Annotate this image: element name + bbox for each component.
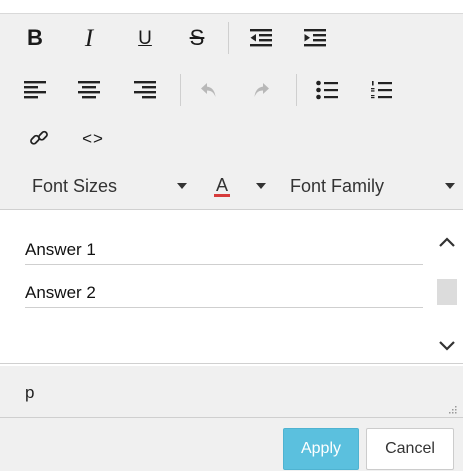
- underline-label: U: [138, 27, 152, 49]
- indent-icon: [304, 28, 326, 48]
- redo-button[interactable]: [244, 70, 278, 110]
- align-center-icon: [78, 80, 100, 100]
- numbered-list-button[interactable]: [364, 70, 398, 110]
- undo-icon: [200, 81, 218, 99]
- toolbar-row-formatting: B I U S: [0, 18, 463, 58]
- link-button[interactable]: [22, 118, 56, 158]
- strikethrough-button[interactable]: S: [180, 18, 214, 58]
- redo-icon: [252, 81, 270, 99]
- toolbar-row-insert: <>: [0, 118, 463, 158]
- font-sizes-label: Font Sizes: [32, 175, 118, 196]
- strikethrough-label: S: [189, 25, 205, 50]
- toolbar-separator: [180, 74, 181, 106]
- vertical-scrollbar[interactable]: [435, 231, 459, 357]
- dialog-footer: Apply Cancel: [0, 418, 463, 471]
- bulleted-list-icon: [316, 80, 338, 100]
- font-color-picker[interactable]: A: [212, 166, 272, 206]
- editor-toolbar: B I U S <> Font Sizes A Font Family: [0, 13, 463, 210]
- toolbar-row-alignment: [0, 70, 463, 110]
- resize-grip-icon[interactable]: [447, 401, 457, 414]
- outdent-icon: [250, 28, 272, 48]
- source-code-button[interactable]: <>: [76, 118, 110, 158]
- align-right-button[interactable]: [128, 70, 162, 110]
- link-icon: [29, 128, 49, 148]
- font-family-label: Font Family: [290, 175, 385, 196]
- cancel-button[interactable]: Cancel: [366, 428, 454, 470]
- toolbar-row-fonts: Font Sizes A Font Family: [0, 166, 463, 206]
- element-path[interactable]: p: [25, 383, 34, 403]
- align-left-button[interactable]: [18, 70, 52, 110]
- toolbar-separator: [228, 22, 229, 54]
- bold-label: B: [27, 25, 43, 50]
- source-code-label: <>: [82, 128, 104, 148]
- align-right-icon: [134, 80, 156, 100]
- answer-item[interactable]: Answer 2: [25, 283, 423, 308]
- underline-button[interactable]: U: [128, 18, 162, 58]
- numbered-list-icon: [370, 80, 392, 100]
- scrollbar-thumb[interactable]: [437, 279, 457, 305]
- undo-button[interactable]: [192, 70, 226, 110]
- chevron-down-icon: [445, 183, 455, 189]
- chevron-down-icon: [177, 183, 187, 189]
- chevron-up-icon[interactable]: [438, 235, 456, 253]
- outdent-button[interactable]: [244, 18, 278, 58]
- answer-item[interactable]: Answer 1: [25, 240, 423, 265]
- editor-content-area[interactable]: Answer 1 Answer 2: [0, 209, 463, 364]
- toolbar-separator: [296, 74, 297, 106]
- italic-label: I: [84, 24, 94, 52]
- font-sizes-dropdown[interactable]: Font Sizes: [32, 166, 192, 206]
- italic-button[interactable]: I: [72, 18, 106, 58]
- indent-button[interactable]: [298, 18, 332, 58]
- align-center-button[interactable]: [72, 70, 106, 110]
- align-left-icon: [24, 80, 46, 100]
- bold-button[interactable]: B: [18, 18, 52, 58]
- font-family-dropdown[interactable]: Font Family: [290, 166, 455, 206]
- chevron-down-icon: [256, 183, 266, 189]
- chevron-down-icon[interactable]: [438, 339, 456, 357]
- editor-status-bar: p: [0, 366, 463, 418]
- apply-button[interactable]: Apply: [283, 428, 359, 470]
- bulleted-list-button[interactable]: [310, 70, 344, 110]
- rich-text-editor: B I U S <> Font Sizes A Font Family Answ…: [0, 0, 463, 471]
- font-color-label: A: [214, 174, 231, 197]
